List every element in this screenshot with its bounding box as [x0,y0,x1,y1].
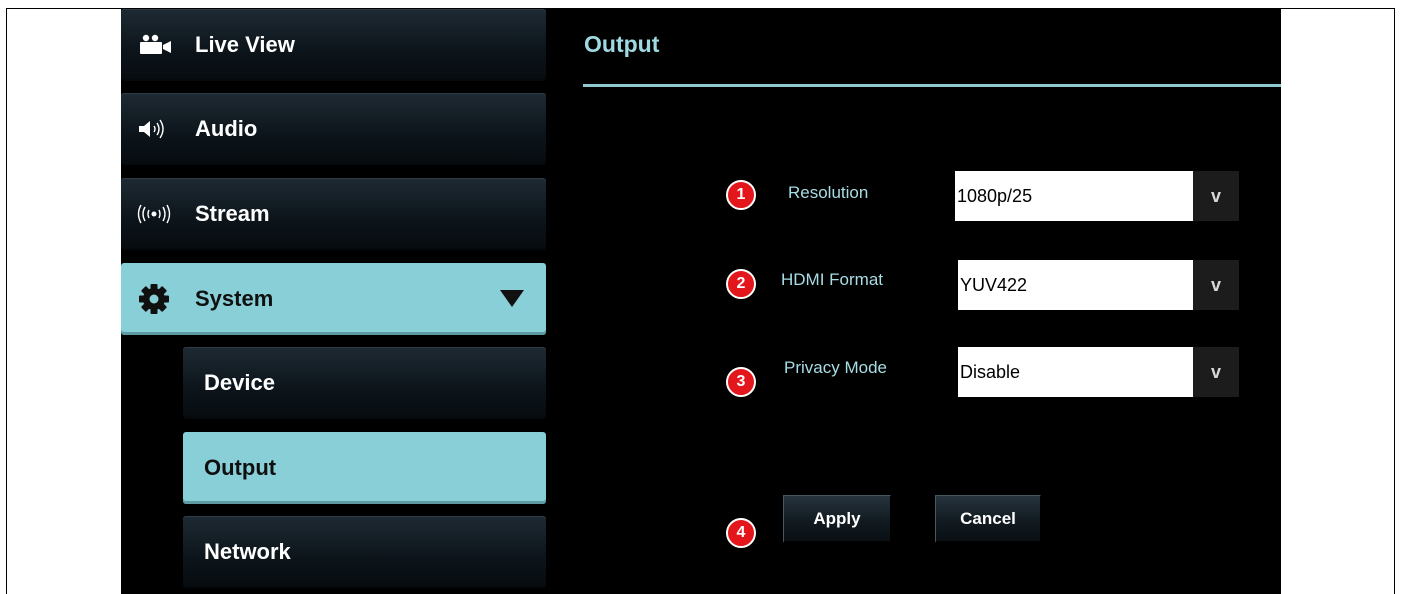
hdmi-format-select[interactable]: YUV422 v [958,260,1239,310]
resolution-select[interactable]: 1080p/25 v [955,171,1239,221]
sidebar-item-system[interactable]: System [121,263,546,335]
callout-badge-1: 1 [726,180,756,210]
sidebar-item-label: Live View [195,32,295,57]
sidebar-item-label: Audio [195,116,258,141]
privacy-mode-value: Disable [960,362,1021,382]
sidebar-item-label: Device [204,370,275,395]
sidebar-subitem-output[interactable]: Output [183,432,546,504]
caret-down-icon [500,290,524,307]
broadcast-icon [137,199,183,229]
sidebar-item-audio[interactable]: Audio [121,93,546,165]
chevron-down-icon[interactable]: v [1193,260,1239,310]
sidebar-item-live-view[interactable]: Live View [121,9,546,81]
video-camera-icon [137,30,183,60]
sidebar-subitem-network[interactable]: Network [183,516,546,588]
sidebar-item-label: System [195,286,274,311]
resolution-label: Resolution [788,183,869,202]
camera-web-ui: Live View Audio Stream System Device Out… [121,9,1281,594]
privacy-mode-label: Privacy Mode [784,358,887,377]
callout-badge-3: 3 [726,367,756,397]
callout-badge-4: 4 [726,518,756,548]
chevron-down-icon[interactable]: v [1193,347,1239,397]
callout-badge-2: 2 [726,269,756,299]
resolution-value: 1080p/25 [957,186,1033,206]
privacy-mode-select[interactable]: Disable v [958,347,1239,397]
apply-button[interactable]: Apply [783,495,891,543]
cancel-button[interactable]: Cancel [935,495,1041,543]
hdmi-format-value: YUV422 [960,275,1028,295]
sidebar-item-label: Output [204,455,277,480]
gear-icon [137,284,183,314]
sidebar-item-stream[interactable]: Stream [121,178,546,250]
page-title: Output [584,31,660,57]
chevron-down-icon[interactable]: v [1193,171,1239,221]
title-divider [583,84,1281,87]
hdmi-format-label: HDMI Format [781,270,883,289]
speaker-icon [137,114,183,144]
sidebar-subitem-device[interactable]: Device [183,347,546,419]
sidebar-item-label: Network [204,539,291,564]
sidebar-item-label: Stream [195,201,270,226]
